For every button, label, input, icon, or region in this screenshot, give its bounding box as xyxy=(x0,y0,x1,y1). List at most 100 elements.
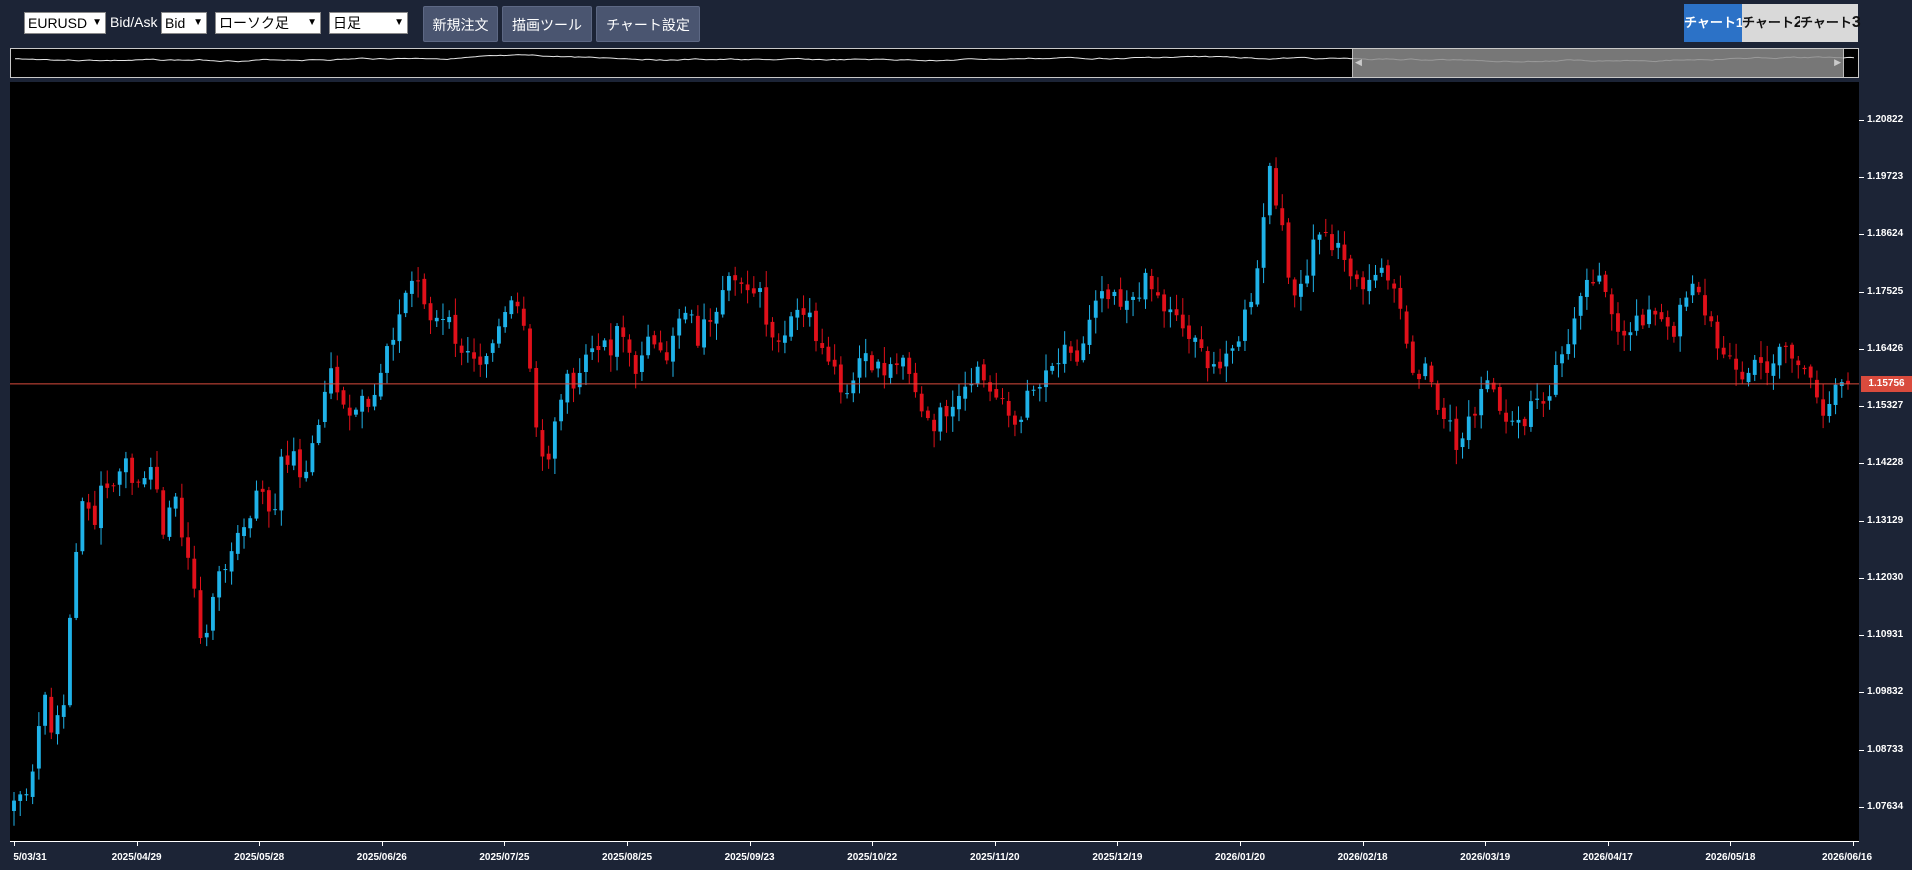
candle-body xyxy=(1230,348,1235,351)
chart-settings-button[interactable]: チャート設定 xyxy=(596,6,700,42)
candle-body xyxy=(888,364,893,378)
candle-up xyxy=(235,525,240,561)
candle-body xyxy=(1162,294,1167,312)
candle-body xyxy=(1572,318,1577,345)
candle-up xyxy=(434,310,439,327)
candle-body xyxy=(260,488,265,492)
date-tick-label: 2025/12/19 xyxy=(1092,852,1143,863)
date-axis[interactable]: 5/03/31 2025/04/29 2025/05/28 2025/06/26 202… xyxy=(10,841,1872,870)
candle-up xyxy=(807,298,812,327)
candle-body xyxy=(646,336,651,356)
candle-body xyxy=(876,361,881,369)
candle-down xyxy=(1292,277,1297,308)
candle-body xyxy=(503,312,508,328)
candle-up xyxy=(1298,270,1303,311)
date-axis-line xyxy=(10,841,1859,842)
date-tick-label: 2026/03/19 xyxy=(1460,852,1511,863)
candle-body xyxy=(1298,283,1303,297)
symbol-select[interactable]: EURUSD ▼ xyxy=(24,12,106,34)
candle-body xyxy=(453,314,458,344)
candle-body xyxy=(1473,413,1477,416)
candle-body xyxy=(1622,330,1627,336)
candle-up xyxy=(1336,230,1341,260)
candle-down xyxy=(733,266,738,296)
navigator-range-window[interactable]: ◀ ▶ xyxy=(1352,49,1844,77)
candle-down xyxy=(86,493,91,521)
candle-body xyxy=(1081,343,1086,361)
right-handle-icon[interactable]: ▶ xyxy=(1834,57,1841,68)
price-axis[interactable]: 1.20822 1.19723 1.18624 1.17525 1.16426 1.153… xyxy=(1859,82,1912,841)
new-order-button[interactable]: 新規注文 xyxy=(423,6,498,42)
candle-body xyxy=(1765,361,1770,373)
candle-up xyxy=(1031,385,1036,396)
price-tick xyxy=(1859,234,1864,236)
chart-navigator[interactable]: ◀ ▶ xyxy=(10,48,1859,78)
candle-body xyxy=(1715,321,1720,349)
candle-body xyxy=(266,490,271,512)
tab-label: チャート xyxy=(1742,15,1794,30)
candle-body xyxy=(1709,316,1714,322)
candle-body xyxy=(571,372,576,389)
candle-body xyxy=(994,389,999,398)
candlestick-chart[interactable] xyxy=(10,82,1859,841)
candle-down xyxy=(1522,416,1527,436)
candle-down xyxy=(179,483,184,547)
candle-up xyxy=(1044,354,1048,402)
candle-body xyxy=(584,354,588,373)
candle-down xyxy=(882,347,887,389)
candle-body xyxy=(901,357,905,367)
candle-body xyxy=(24,794,29,796)
candle-body xyxy=(1671,325,1676,337)
date-tick xyxy=(259,841,261,846)
drawing-tools-button[interactable]: 描画ツール xyxy=(502,6,592,42)
date-tick-label: 2025/05/28 xyxy=(234,852,285,863)
candle-up xyxy=(329,352,333,400)
candle-up xyxy=(950,390,955,432)
candle-body xyxy=(1759,357,1763,363)
timeframe-select[interactable]: 日足 ▼ xyxy=(329,12,408,34)
candle-body xyxy=(86,502,91,509)
candle-up xyxy=(646,324,651,359)
candle-body xyxy=(720,290,725,315)
candle-body xyxy=(621,327,626,337)
candle-up xyxy=(1448,404,1453,432)
left-handle-icon[interactable]: ◀ xyxy=(1355,57,1362,68)
candle-up xyxy=(590,335,595,360)
candle-up xyxy=(963,371,968,411)
tab-chart-1[interactable]: チャート1 xyxy=(1684,4,1743,42)
candle-up xyxy=(484,353,489,378)
candle-body xyxy=(882,362,887,376)
candle-down xyxy=(925,406,930,421)
candle-body xyxy=(1149,275,1154,290)
price-type-select[interactable]: Bid ▼ xyxy=(161,12,207,34)
candle-body xyxy=(204,632,209,638)
candle-body xyxy=(1180,314,1185,329)
candle-body xyxy=(857,358,862,378)
candle-body xyxy=(1255,268,1260,305)
chart-type-select[interactable]: ローソク足 ▼ xyxy=(215,12,321,34)
date-tick-label: 2025/04/29 xyxy=(111,852,162,863)
candle-down xyxy=(1591,269,1596,286)
tab-chart-2[interactable]: チャート2 xyxy=(1742,4,1803,42)
candle-down xyxy=(472,338,476,372)
candle-down xyxy=(870,351,874,373)
candle-down xyxy=(515,292,520,314)
candle-down xyxy=(608,323,613,372)
candle-body xyxy=(1037,387,1042,389)
candle-up xyxy=(577,358,582,395)
candle-up xyxy=(1211,351,1216,374)
chevron-down-icon: ▼ xyxy=(394,17,404,28)
candle-down xyxy=(1410,335,1415,376)
candle-body xyxy=(1460,438,1465,448)
candle-body xyxy=(664,352,669,361)
candle-down xyxy=(540,419,545,471)
candle-down xyxy=(751,276,756,297)
candle-up xyxy=(559,394,564,431)
candle-body xyxy=(1261,217,1266,268)
candle-body xyxy=(1653,310,1658,315)
candle-body xyxy=(639,355,644,372)
candle-body xyxy=(198,590,203,639)
candle-down xyxy=(764,271,769,337)
price-tick xyxy=(1859,119,1864,121)
tab-chart-3[interactable]: チャート3 xyxy=(1800,4,1861,42)
